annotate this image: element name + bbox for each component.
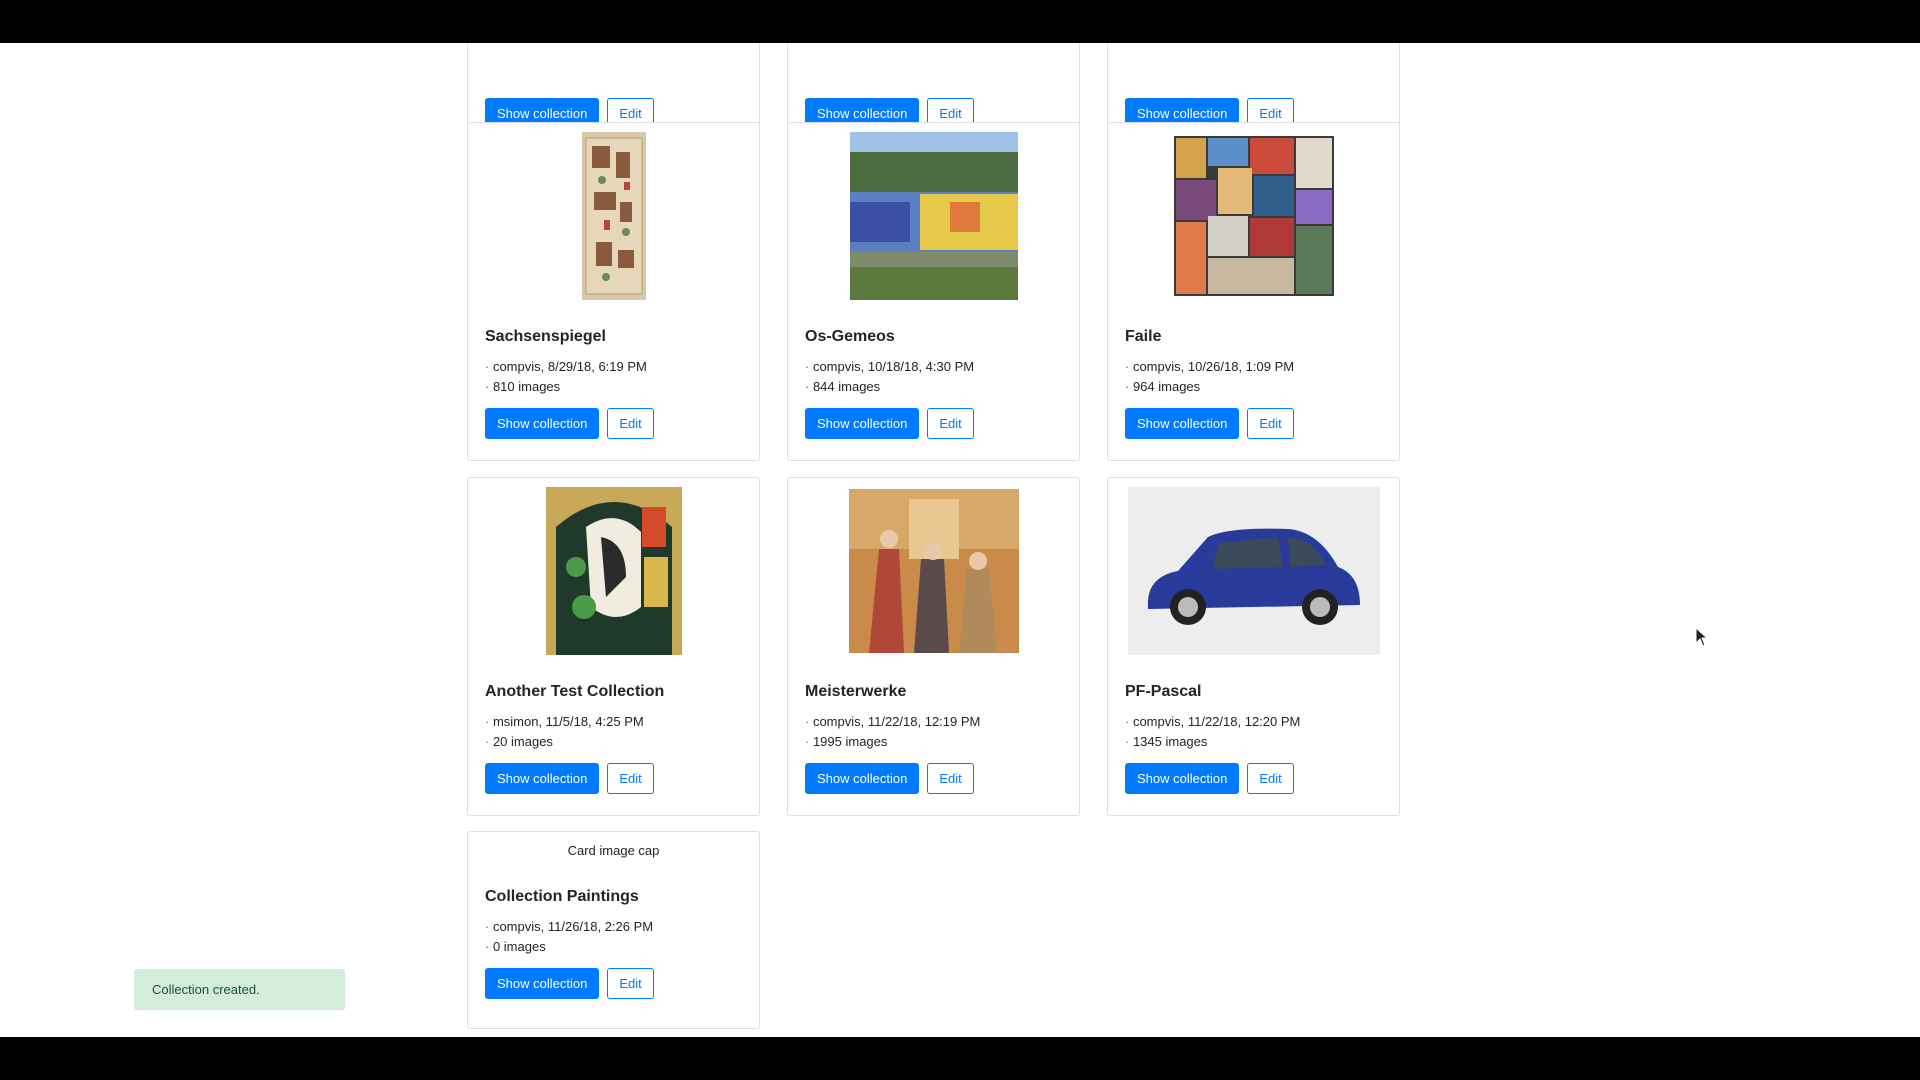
collection-card: Os-Gemeos compvis, 10/18/18, 4:30 PM 844…	[787, 122, 1080, 461]
graffiti-train-thumbnail[interactable]	[788, 132, 1079, 300]
page-viewport: Show collection Edit Show collection Edi…	[0, 43, 1920, 1037]
collection-title: Sachsenspiegel	[485, 328, 606, 345]
manuscript-thumbnail[interactable]	[468, 132, 759, 300]
show-collection-button[interactable]: Show collection	[485, 968, 600, 999]
show-collection-button[interactable]: Show collection	[1125, 408, 1240, 439]
collection-card: PF-Pascal compvis, 11/22/18, 12:20 PM 13…	[1107, 477, 1400, 816]
blue-car-thumbnail[interactable]	[1108, 487, 1399, 655]
image-count: 844 images	[805, 377, 1062, 397]
cubist-portrait-thumbnail[interactable]	[468, 487, 759, 655]
collection-title: Meisterwerke	[805, 683, 907, 700]
collection-card: Faile compvis, 10/26/18, 1:09 PM 964 ima…	[1107, 122, 1400, 461]
collection-meta: compvis, 10/26/18, 1:09 PM	[1125, 357, 1382, 377]
edit-button[interactable]: Edit	[1247, 763, 1294, 794]
collection-card: Another Test Collection msimon, 11/5/18,…	[467, 477, 760, 816]
collection-meta: compvis, 10/18/18, 4:30 PM	[805, 357, 1062, 377]
edit-button[interactable]: Edit	[1247, 408, 1294, 439]
show-collection-button[interactable]: Show collection	[485, 408, 600, 439]
mouse-cursor-icon	[1695, 626, 1709, 652]
image-count: 1995 images	[805, 732, 1062, 752]
image-count: 1345 images	[1125, 732, 1382, 752]
collection-card: Meisterwerke compvis, 11/22/18, 12:19 PM…	[787, 477, 1080, 816]
collection-meta: msimon, 11/5/18, 4:25 PM	[485, 712, 742, 732]
collection-title: Faile	[1125, 328, 1162, 345]
collection-title: Collection Paintings	[485, 888, 639, 905]
collection-title: PF-Pascal	[1125, 683, 1202, 700]
collection-meta: compvis, 8/29/18, 6:19 PM	[485, 357, 742, 377]
edit-button[interactable]: Edit	[607, 763, 654, 794]
image-count: 0 images	[485, 937, 742, 957]
edit-button[interactable]: Edit	[607, 408, 654, 439]
edit-button[interactable]: Edit	[927, 408, 974, 439]
collection-meta: compvis, 11/22/18, 12:19 PM	[805, 712, 1062, 732]
show-collection-button[interactable]: Show collection	[805, 763, 920, 794]
edit-button[interactable]: Edit	[607, 968, 654, 999]
image-count: 964 images	[1125, 377, 1382, 397]
collection-meta: compvis, 11/22/18, 12:20 PM	[1125, 712, 1382, 732]
show-collection-button[interactable]: Show collection	[805, 408, 920, 439]
image-count: 810 images	[485, 377, 742, 397]
collection-meta: compvis, 11/26/18, 2:26 PM	[485, 917, 742, 937]
show-collection-button[interactable]: Show collection	[485, 763, 600, 794]
image-count: 20 images	[485, 732, 742, 752]
card-image-cap: Card image cap	[567, 843, 660, 858]
collection-card: Card image cap Collection Paintings comp…	[467, 831, 760, 1029]
collection-title: Another Test Collection	[485, 683, 665, 700]
edit-button[interactable]: Edit	[927, 763, 974, 794]
collection-title: Os-Gemeos	[805, 328, 895, 345]
show-collection-button[interactable]: Show collection	[1125, 763, 1240, 794]
collection-card: Sachsenspiegel compvis, 8/29/18, 6:19 PM…	[467, 122, 760, 461]
toast-notification: Collection created.	[134, 969, 345, 1010]
renaissance-painting-thumbnail[interactable]	[788, 487, 1079, 655]
collage-thumbnail[interactable]	[1108, 132, 1399, 300]
